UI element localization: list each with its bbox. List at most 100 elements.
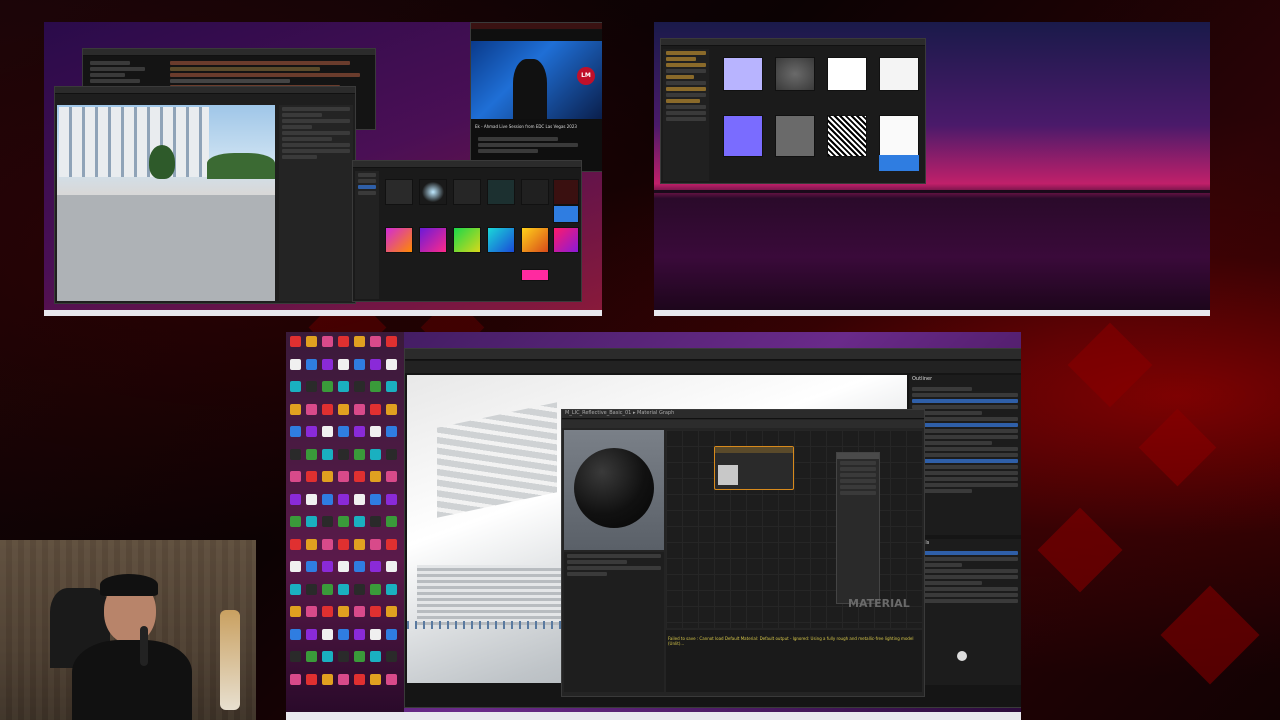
desktop-shortcut-icon[interactable]: [338, 493, 349, 505]
desktop-shortcut-icon[interactable]: [338, 538, 349, 550]
desktop-shortcut-icon[interactable]: [386, 651, 397, 662]
desktop-shortcut-icon[interactable]: [322, 628, 333, 640]
desktop-shortcut-icon[interactable]: [322, 561, 333, 572]
desktop-shortcut-icon[interactable]: [322, 358, 333, 370]
desktop-shortcut-icon[interactable]: [338, 673, 349, 685]
desktop-shortcut-icon[interactable]: [306, 403, 317, 415]
desktop-shortcut-icon[interactable]: [386, 448, 397, 460]
desktop-shortcut-icon[interactable]: [386, 628, 397, 640]
desktop-shortcut-icon[interactable]: [290, 471, 301, 482]
desktop-shortcut-icon[interactable]: [306, 561, 317, 572]
desktop-shortcut-icon[interactable]: [370, 493, 381, 505]
desktop-shortcut-icon[interactable]: [354, 336, 365, 347]
asset-thumbnail[interactable]: [521, 269, 549, 281]
desktop-shortcut-icon[interactable]: [290, 381, 301, 392]
desktop-shortcut-icon[interactable]: [338, 426, 349, 437]
youtube-video-player[interactable]: LM: [471, 41, 602, 119]
desktop-shortcut-icon[interactable]: [370, 358, 381, 370]
desktop-shortcut-icon[interactable]: [306, 381, 317, 392]
desktop-shortcut-icon[interactable]: [338, 471, 349, 482]
desktop-shortcut-icon[interactable]: [306, 628, 317, 640]
desktop-shortcut-icon[interactable]: [290, 583, 301, 595]
asset-thumbnail[interactable]: [521, 179, 549, 205]
desktop-shortcut-icon[interactable]: [338, 381, 349, 392]
desktop-shortcut-icon[interactable]: [306, 358, 317, 370]
texture-sample-node[interactable]: [714, 446, 794, 490]
asset-thumbnail[interactable]: [553, 179, 579, 205]
desktop-shortcut-icon[interactable]: [370, 583, 381, 595]
desktop-shortcut-icon[interactable]: [290, 448, 301, 460]
desktop-shortcut-icon[interactable]: [370, 336, 381, 347]
texture-thumbnail[interactable]: [827, 115, 867, 157]
desktop-shortcut-icon[interactable]: [290, 651, 301, 662]
desktop-shortcut-icon[interactable]: [306, 426, 317, 437]
desktop-shortcut-icon[interactable]: [306, 673, 317, 685]
desktop-shortcut-icon[interactable]: [338, 336, 349, 347]
material-editor-tab[interactable]: M_LIC_Reflective_Basic_01 ▸ Material Gra…: [562, 410, 924, 419]
viewport-scene[interactable]: [57, 105, 275, 301]
desktop-shortcut-icon[interactable]: [322, 426, 333, 437]
desktop-shortcut-icon[interactable]: [290, 561, 301, 572]
material-preview-viewport[interactable]: [564, 430, 664, 550]
desktop-shortcut-icon[interactable]: [338, 606, 349, 617]
asset-thumbnail[interactable]: [553, 227, 579, 253]
desktop-shortcut-icon[interactable]: [290, 538, 301, 550]
desktop-shortcut-icon[interactable]: [322, 538, 333, 550]
desktop-shortcut-icon[interactable]: [354, 493, 365, 505]
texture-thumbnail[interactable]: [879, 115, 919, 157]
desktop-shortcut-icon[interactable]: [354, 583, 365, 595]
asset-thumbnail[interactable]: [385, 179, 413, 205]
details-panel[interactable]: Details: [909, 539, 1021, 685]
desktop-shortcut-icon[interactable]: [354, 471, 365, 482]
desktop-shortcut-icon[interactable]: [306, 583, 317, 595]
desktop-shortcut-icon[interactable]: [306, 516, 317, 527]
desktop-shortcut-icon[interactable]: [370, 381, 381, 392]
desktop-shortcut-icon[interactable]: [290, 358, 301, 370]
desktop-shortcut-icon[interactable]: [354, 448, 365, 460]
video-title[interactable]: Ek - Ahmad Live Session from EDC Las Veg…: [475, 123, 599, 130]
desktop-shortcut-icon[interactable]: [370, 403, 381, 415]
texture-thumbnail[interactable]: [775, 57, 815, 91]
desktop-shortcut-icon[interactable]: [386, 336, 397, 347]
material-graph-canvas[interactable]: MATERIAL: [666, 430, 922, 628]
desktop-shortcut-icon[interactable]: [290, 403, 301, 415]
desktop-shortcut-icon[interactable]: [290, 516, 301, 527]
asset-thumbnail[interactable]: [419, 179, 447, 205]
desktop-shortcut-icon[interactable]: [354, 516, 365, 527]
asset-thumbnail[interactable]: [385, 227, 413, 253]
desktop-shortcut-icon[interactable]: [354, 606, 365, 617]
desktop-shortcut-icon[interactable]: [386, 493, 397, 505]
unreal-editor-window[interactable]: Outliner Details M_LIC_Reflective_Basic_…: [404, 348, 1021, 708]
desktop-shortcut-icon[interactable]: [370, 426, 381, 437]
desktop-shortcut-icon[interactable]: [338, 583, 349, 595]
texture-thumbnail[interactable]: [827, 57, 867, 91]
desktop-shortcut-icon[interactable]: [354, 651, 365, 662]
desktop-shortcut-icon[interactable]: [338, 516, 349, 527]
texture-thumbnail[interactable]: [723, 115, 763, 157]
desktop-shortcut-icon[interactable]: [290, 606, 301, 617]
desktop-shortcut-icon[interactable]: [322, 448, 333, 460]
desktop-shortcut-icon[interactable]: [322, 651, 333, 662]
desktop-shortcut-icon[interactable]: [370, 471, 381, 482]
asset-thumbnail[interactable]: [453, 227, 481, 253]
desktop-shortcut-icon[interactable]: [338, 561, 349, 572]
desktop-shortcut-icon[interactable]: [386, 381, 397, 392]
desktop-shortcut-icon[interactable]: [306, 471, 317, 482]
desktop-shortcut-icon[interactable]: [386, 426, 397, 437]
asset-thumbnail[interactable]: [487, 227, 515, 253]
texture-thumbnail[interactable]: [723, 57, 763, 91]
desktop-shortcut-icon[interactable]: [354, 426, 365, 437]
desktop-shortcut-icon[interactable]: [386, 583, 397, 595]
texture-browser-window[interactable]: [660, 38, 926, 184]
desktop-shortcut-icon[interactable]: [322, 606, 333, 617]
desktop-shortcut-icon[interactable]: [370, 628, 381, 640]
desktop-shortcut-icon[interactable]: [306, 606, 317, 617]
desktop-shortcut-icon[interactable]: [306, 336, 317, 347]
desktop-shortcut-icon[interactable]: [370, 516, 381, 527]
desktop-shortcut-icon[interactable]: [338, 448, 349, 460]
desktop-shortcut-icon[interactable]: [386, 358, 397, 370]
desktop-shortcut-icon[interactable]: [386, 606, 397, 617]
desktop-shortcut-icon[interactable]: [338, 358, 349, 370]
desktop-shortcut-icon[interactable]: [322, 516, 333, 527]
desktop-shortcut-icon[interactable]: [386, 673, 397, 685]
